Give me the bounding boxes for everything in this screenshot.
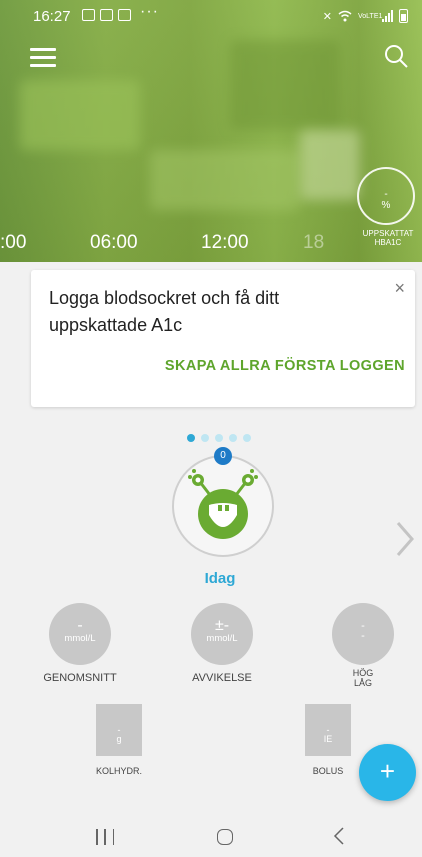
status-right-icons: ✕ VoLTE1 [323, 9, 408, 23]
chevron-right-icon[interactable] [395, 520, 415, 558]
high-low-stat[interactable]: - - [332, 603, 394, 665]
chart-blur [300, 130, 360, 200]
monster-avatar[interactable] [172, 455, 274, 557]
bolus-box[interactable]: - IE [305, 704, 351, 756]
carbs-value: - g [116, 725, 122, 744]
back-icon[interactable] [332, 826, 346, 846]
timeline-tick: 12:00 [201, 232, 249, 253]
hba1c-indicator[interactable]: - % [357, 167, 415, 225]
bolus-value: - IE [323, 725, 333, 744]
points-badge: 0 [214, 447, 232, 465]
status-time: 16:27 [33, 8, 71, 25]
chart-timeline: :00 06:00 12:00 18 [0, 232, 422, 256]
chart-blur [20, 80, 140, 150]
timeline-tick: 06:00 [90, 232, 138, 253]
search-icon[interactable] [382, 42, 410, 70]
day-label: Idag [204, 570, 236, 587]
gallery-icon [100, 9, 113, 21]
recent-apps-icon[interactable] [96, 829, 114, 845]
glucose-chart-header[interactable]: 16:27 ··· ✕ VoLTE1 - % UPPSKATTAT HBA1C … [0, 0, 422, 262]
deviation-label: AVVIKELSE [192, 672, 252, 684]
average-unit: mmol/L [64, 633, 96, 644]
gallery-icon [82, 9, 95, 21]
more-notifications: ··· [140, 3, 159, 20]
page-dot [229, 434, 237, 442]
signal-icon [382, 10, 393, 22]
chart-blur [150, 150, 300, 210]
card-message: Logga blodsockret och få ditt uppskattad… [49, 288, 280, 335]
status-bar: 16:27 ··· ✕ VoLTE1 [0, 0, 422, 32]
notification-icons [82, 9, 131, 21]
deviation-value: ±- [214, 617, 230, 634]
bolus-label: BOLUS [312, 766, 344, 776]
add-log-button[interactable]: + [359, 744, 416, 801]
battery-icon [399, 9, 408, 23]
page-dot [201, 434, 209, 442]
network-label: VoLTE1 [358, 12, 383, 20]
deviation-unit: mmol/L [206, 633, 238, 644]
high-low-value: - - [361, 620, 365, 642]
page-dot [243, 434, 251, 442]
mute-icon: ✕ [322, 10, 332, 23]
create-first-log-button[interactable]: SKAPA ALLRA FÖRSTA LOGGEN [165, 358, 405, 374]
page-dot [187, 434, 195, 442]
gallery-icon [118, 9, 131, 21]
hba1c-value: - % [381, 189, 391, 211]
page-indicator [187, 434, 251, 442]
average-value: - [77, 617, 83, 634]
deviation-stat[interactable]: ±- mmol/L [191, 603, 253, 665]
chart-blur [230, 40, 340, 130]
average-label: GENOMSNITT [43, 672, 117, 684]
page-dot [215, 434, 223, 442]
average-stat[interactable]: - mmol/L [49, 603, 111, 665]
home-icon[interactable] [217, 829, 233, 845]
timeline-tick: :00 [0, 232, 27, 253]
monster-icon [188, 469, 258, 539]
first-log-card: Logga blodsockret och få ditt uppskattad… [31, 270, 415, 407]
close-icon[interactable]: × [394, 278, 405, 299]
timeline-tick: 18 [303, 232, 325, 253]
carbs-label: KOLHYDR. [95, 766, 142, 776]
system-nav-bar [0, 810, 422, 857]
wifi-icon [338, 10, 352, 22]
high-low-label: HÖG LÅG [352, 668, 374, 688]
menu-icon[interactable] [30, 48, 56, 68]
carbs-box[interactable]: - g [96, 704, 142, 756]
